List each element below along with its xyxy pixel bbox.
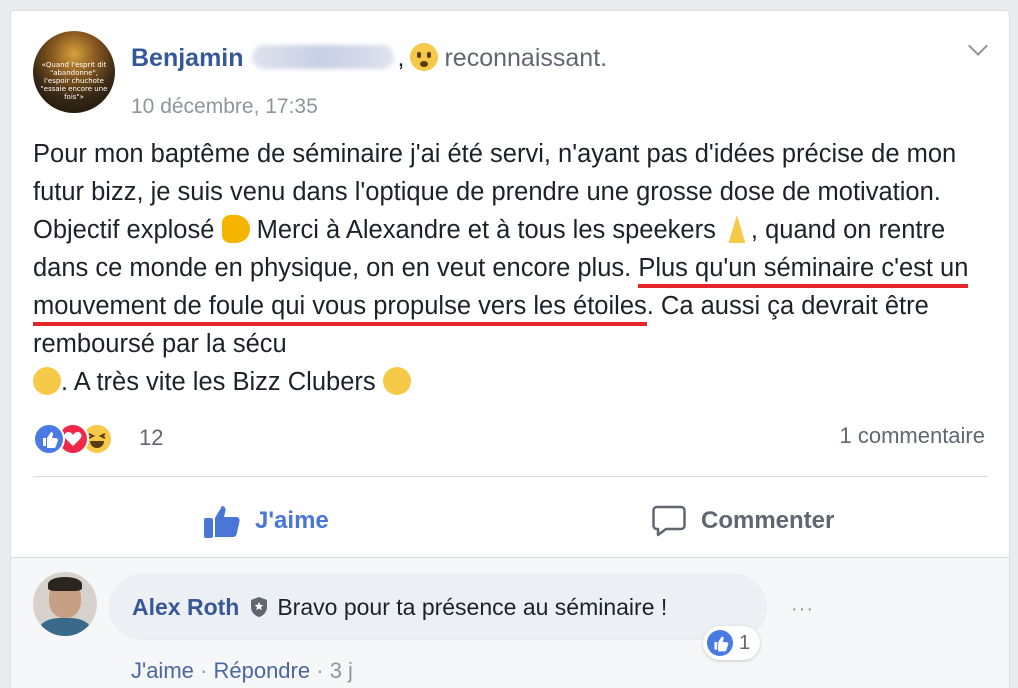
comment-bubble: Alex Roth Bravo pour ta présence au sémi…	[109, 574, 767, 640]
comment-button-label: Commenter	[701, 507, 835, 534]
divider	[33, 476, 987, 477]
flexed-biceps-emoji-icon	[221, 215, 250, 243]
comment-text: Bravo pour ta présence au séminaire !	[277, 593, 668, 620]
post-text-part: . A très vite les Bizz Clubers	[61, 368, 383, 396]
winking-face-emoji-icon	[382, 367, 411, 395]
author-avatar[interactable]: «Quand l'esprit dit "abandonne", l'espoi…	[33, 31, 115, 113]
like-reaction-icon	[33, 423, 65, 455]
comment-more-options[interactable]: ···	[791, 598, 814, 621]
comment-button[interactable]: Commenter	[651, 501, 834, 541]
header-comma: ,	[397, 44, 405, 72]
like-button[interactable]: J'aime	[203, 501, 329, 541]
like-reaction-icon	[707, 630, 733, 656]
thumbs-up-icon	[204, 506, 240, 538]
chevron-down-icon[interactable]	[968, 36, 988, 56]
shield-badge-icon	[251, 597, 268, 617]
like-button-label: J'aime	[255, 507, 329, 534]
comment-like-link[interactable]: J'aime	[131, 658, 194, 683]
commenter-avatar[interactable]	[33, 572, 97, 636]
feeling-text: reconnaissant.	[444, 44, 608, 72]
comment-age[interactable]: 3 j	[330, 658, 353, 683]
comment-like-count[interactable]: 1	[703, 626, 761, 660]
post-text-part: Merci à Alexandre et à tous les speekers	[249, 216, 723, 244]
comments-section: Alex Roth Bravo pour ta présence au sémi…	[11, 558, 1009, 688]
comment-reply-link[interactable]: Répondre	[213, 658, 310, 683]
avatar-hair	[48, 577, 82, 591]
author-name[interactable]: Benjamin	[131, 44, 244, 72]
blurred-surname	[251, 45, 394, 69]
comment-meta: J'aime · Répondre · 3 j	[131, 658, 353, 684]
meta-separator: ·	[316, 658, 324, 683]
feeling-emoji-icon	[410, 43, 439, 71]
post-header: Benjamin, reconnaissant.	[131, 43, 607, 73]
tears-of-joy-emoji-icon	[33, 367, 61, 395]
comment-bubble-icon	[652, 505, 686, 537]
post-card: «Quand l'esprit dit "abandonne", l'espoi…	[10, 10, 1010, 688]
folded-hands-emoji-icon	[728, 215, 746, 243]
avatar-quote-text: «Quand l'esprit dit "abandonne", l'espoi…	[40, 61, 108, 101]
post-body: Pour mon baptême de séminaire j'ai été s…	[33, 135, 993, 401]
meta-separator: ·	[200, 658, 208, 683]
post-timestamp[interactable]: 10 décembre, 17:35	[131, 95, 318, 119]
reaction-count[interactable]: 12	[139, 425, 163, 451]
comments-count-link[interactable]: 1 commentaire	[839, 423, 985, 449]
comment-like-number: 1	[739, 631, 751, 654]
avatar-body	[39, 618, 91, 636]
comment-author[interactable]: Alex Roth	[132, 594, 239, 621]
